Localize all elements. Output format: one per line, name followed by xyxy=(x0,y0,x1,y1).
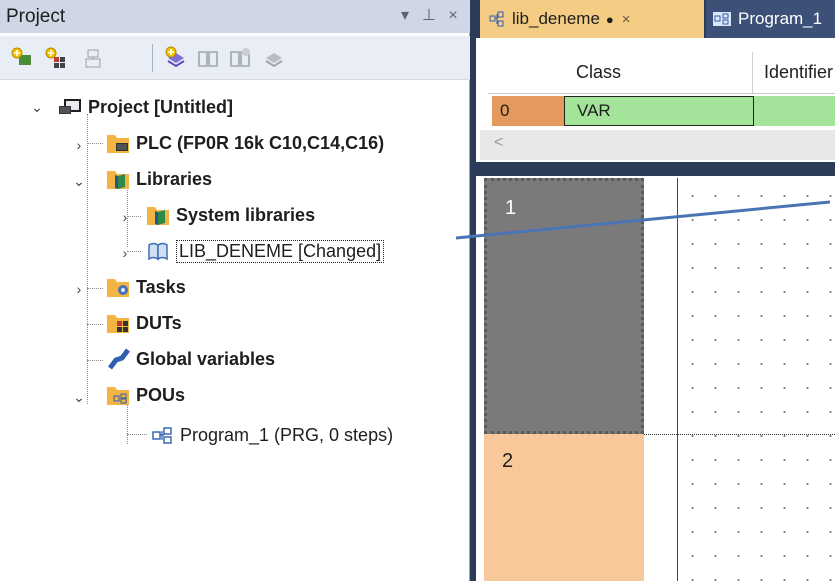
add-dut-icon[interactable] xyxy=(44,46,68,70)
tasks-folder-icon xyxy=(106,276,130,298)
toolbar-separator xyxy=(152,44,153,72)
expand-pous-chevron-icon[interactable]: ⌄ xyxy=(72,390,86,404)
program-icon xyxy=(150,424,174,446)
tree-item-label: DUTs xyxy=(136,312,182,333)
tree-item-label: Global variables xyxy=(136,348,276,369)
tree-item-label: Libraries xyxy=(136,168,213,189)
plc-folder-icon xyxy=(106,132,130,154)
project-panel-title: Project xyxy=(6,6,66,27)
open-library-icon[interactable] xyxy=(196,46,220,70)
tree-connector xyxy=(87,288,103,289)
tree-item-label: POUs xyxy=(136,384,186,405)
editor-splitter[interactable] xyxy=(476,162,835,176)
row-index-cell[interactable]: 0 xyxy=(492,96,564,126)
pin-icon[interactable]: ⊥ xyxy=(418,3,440,29)
tree-item-label: PLC (FP0R 16k C10,C14,C16) xyxy=(136,132,385,153)
add-plc-icon[interactable] xyxy=(10,46,34,70)
tree-item-label: Project [Untitled] xyxy=(88,96,234,117)
project-toolbar xyxy=(0,36,470,80)
project-icon xyxy=(58,96,82,118)
expand-lib-deneme-chevron-icon[interactable]: › xyxy=(118,246,132,260)
tab-lib-deneme[interactable]: lib_deneme ● × xyxy=(480,0,704,38)
editor-pane: lib_deneme ● × Program_1 Class Identifie… xyxy=(476,0,835,581)
tree-item-system-libraries[interactable]: System libraries xyxy=(146,198,315,232)
network-number: 2 xyxy=(502,450,514,472)
network-number: 1 xyxy=(505,197,517,219)
modified-dot-icon: ● xyxy=(605,11,614,27)
tree-connector xyxy=(87,360,103,361)
tree-connector xyxy=(87,143,103,144)
panel-close-button[interactable]: × xyxy=(442,3,464,29)
ladder-network-area: 1 2 xyxy=(484,178,835,581)
expand-tasks-chevron-icon[interactable]: › xyxy=(72,282,86,296)
tree-item-libraries[interactable]: Libraries xyxy=(106,162,212,196)
system-libraries-folder-icon xyxy=(146,204,170,226)
add-library-icon[interactable] xyxy=(164,46,188,70)
tree-item-tasks[interactable]: Tasks xyxy=(106,270,186,304)
network-gutter xyxy=(644,178,678,581)
tree-item-label: Program_1 (PRG, 0 steps) xyxy=(180,424,394,445)
library-book-icon xyxy=(146,240,170,262)
library-info-icon[interactable] xyxy=(228,46,252,70)
project-panel: Project ▾ ⊥ × ⌄ Project [Untitled] › PLC… xyxy=(0,0,470,581)
expand-root-chevron-icon[interactable]: ⌄ xyxy=(30,100,44,114)
library-tab-icon xyxy=(488,10,506,28)
tree-item-program-1[interactable]: Program_1 (PRG, 0 steps) xyxy=(150,418,393,452)
expand-system-libraries-chevron-icon[interactable]: › xyxy=(118,210,132,224)
column-header-identifier[interactable]: Identifier xyxy=(764,62,833,83)
network-divider xyxy=(644,434,835,435)
tree-connector xyxy=(87,324,103,325)
panel-dropdown-button[interactable]: ▾ xyxy=(394,3,416,29)
declaration-row[interactable]: 0 VAR xyxy=(492,96,835,126)
tab-close-icon[interactable]: × xyxy=(622,11,631,28)
tree-item-plc[interactable]: PLC (FP0R 16k C10,C14,C16) xyxy=(106,126,384,160)
duts-folder-icon xyxy=(106,312,130,334)
editor-tabstrip: lib_deneme ● × Program_1 xyxy=(476,0,835,38)
expand-plc-chevron-icon[interactable]: › xyxy=(72,138,86,152)
tree-item-duts[interactable]: DUTs xyxy=(106,306,182,340)
tree-item-global-variables[interactable]: Global variables xyxy=(106,342,275,376)
declaration-grid: Class Identifier 0 VAR xyxy=(488,52,835,132)
add-task-icon[interactable] xyxy=(80,46,104,70)
global-variables-icon xyxy=(106,348,130,370)
network-2-header[interactable]: 2 xyxy=(484,434,644,581)
tree-item-lib-deneme[interactable]: LIB_DENEME [Changed] xyxy=(146,234,385,268)
tree-item-label: Tasks xyxy=(136,276,186,297)
scroll-left-arrow-icon[interactable]: < xyxy=(494,134,503,152)
column-divider[interactable] xyxy=(752,52,753,94)
network-1-header[interactable]: 1 xyxy=(484,178,644,434)
libraries-folder-icon xyxy=(106,168,130,190)
class-cell[interactable]: VAR xyxy=(564,96,754,126)
tree-connector xyxy=(127,434,147,435)
horizontal-scrollbar[interactable]: < xyxy=(480,130,835,160)
program-tab-icon xyxy=(712,11,732,27)
pous-folder-icon xyxy=(106,384,130,406)
tree-item-pous[interactable]: POUs xyxy=(106,378,185,412)
tree-item-project[interactable]: Project [Untitled] xyxy=(58,90,233,124)
tab-label: Program_1 xyxy=(738,9,823,28)
project-panel-header: Project ▾ ⊥ × xyxy=(0,0,470,33)
column-header-class[interactable]: Class xyxy=(576,62,621,83)
tree-item-label: System libraries xyxy=(176,204,316,225)
identifier-cell[interactable] xyxy=(754,96,835,126)
remove-library-icon[interactable] xyxy=(262,46,286,70)
declaration-column-header: Class Identifier xyxy=(488,52,835,94)
expand-libraries-chevron-icon[interactable]: ⌄ xyxy=(72,174,86,188)
project-tree: ⌄ Project [Untitled] › PLC (FP0R 16k C10… xyxy=(0,84,470,581)
tree-item-label: LIB_DENEME [Changed] xyxy=(176,239,385,263)
tab-program-1[interactable]: Program_1 xyxy=(706,0,835,38)
ladder-dot-grid[interactable] xyxy=(680,178,835,581)
tab-label: lib_deneme xyxy=(512,9,600,28)
